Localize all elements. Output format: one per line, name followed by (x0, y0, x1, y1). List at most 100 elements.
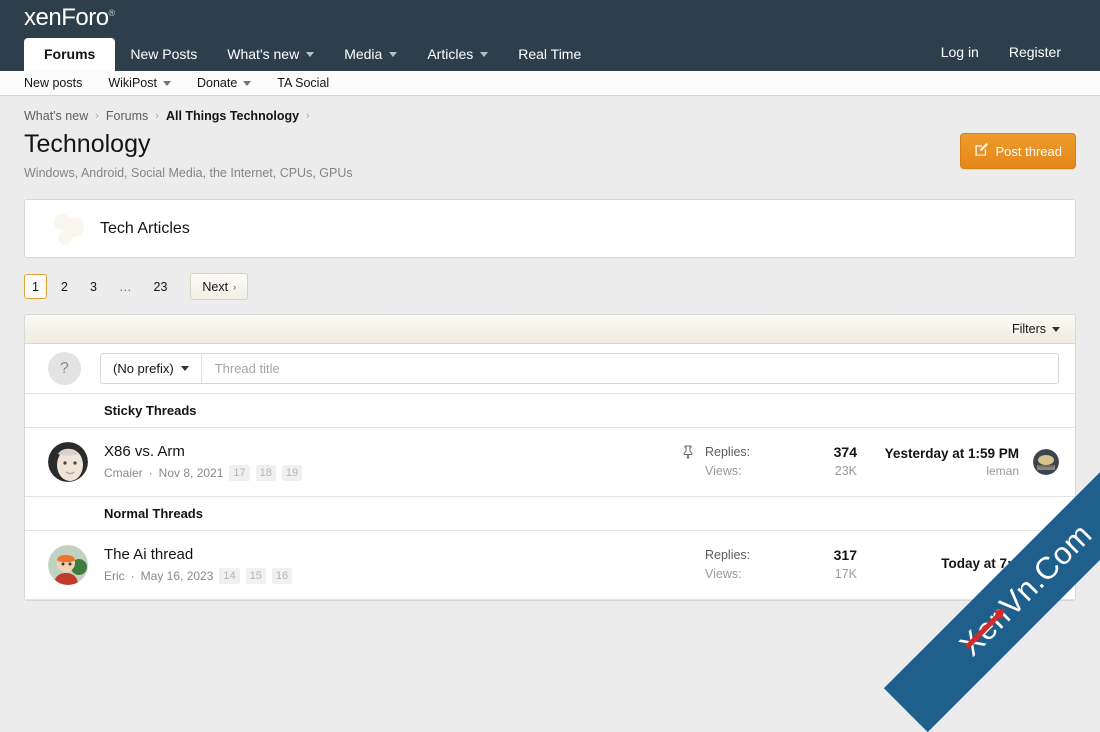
nav-item-label: What's new (227, 46, 300, 62)
section-header-normal-threads: Normal Threads (25, 497, 1075, 532)
site-logo-registered-mark: ® (108, 8, 116, 18)
chevron-down-icon (243, 80, 252, 86)
last-post-avatar[interactable]: D (1033, 552, 1059, 579)
subnav-item-new-posts[interactable]: New posts (24, 77, 95, 90)
nav-item-media[interactable]: Media (329, 38, 412, 71)
last-post-time[interactable]: Today at 7:2 (869, 556, 1019, 571)
chevron-down-icon (306, 51, 315, 57)
guest-avatar-glyph: ? (60, 359, 69, 377)
last-post-avatar[interactable] (1033, 449, 1059, 476)
views-label: Views: (705, 464, 742, 479)
thread-title[interactable]: X86 vs. Arm (104, 443, 682, 462)
views-count: 23K (834, 464, 857, 479)
thread-author[interactable]: Eric (104, 569, 125, 583)
thread-page-chip[interactable]: 19 (281, 465, 303, 482)
page-link-1[interactable]: 1 (24, 274, 47, 300)
thread-stat-labels: Replies: Views: (705, 443, 750, 481)
prefix-select[interactable]: (No prefix) (101, 354, 202, 384)
nav-item-forums[interactable]: Forums (24, 38, 116, 71)
site-logo[interactable]: xenForo® (24, 4, 115, 32)
page-title-group: Technology Windows, Android, Social Medi… (24, 129, 353, 180)
section-header-label: Normal Threads (104, 506, 203, 522)
post-thread-label: Post thread (995, 143, 1063, 159)
table-row[interactable]: X86 vs. Arm Cmaier · Nov 8, 2021 17 18 1… (25, 428, 1075, 498)
nav-item-new-posts[interactable]: New Posts (115, 38, 212, 71)
thread-page-chip[interactable]: 17 (229, 465, 250, 482)
last-post-user[interactable]: leman (869, 464, 1019, 478)
meta-separator: · (130, 569, 135, 584)
page-link-2[interactable]: 2 (53, 274, 76, 299)
chevron-down-icon (162, 80, 171, 86)
edit-pencil-icon (974, 142, 989, 160)
filters-button[interactable]: Filters (1012, 322, 1060, 336)
replies-count: 317 (833, 547, 857, 564)
next-page-label: Next (202, 279, 229, 294)
nav-item-whats-new[interactable]: What's new (212, 38, 329, 71)
thread-stat-values: 374 23K (834, 443, 857, 481)
nav-item-label: New Posts (130, 46, 198, 62)
user-navigation: Log in Register (926, 36, 1100, 71)
breadcrumb-separator-icon: › (95, 110, 99, 122)
thread-list-block: Filters ? (No prefix) Sticky Threads (24, 314, 1076, 602)
breadcrumb-item-forums[interactable]: Forums (106, 109, 148, 123)
page-link-3[interactable]: 3 (82, 274, 105, 299)
thread-page-chip[interactable]: 16 (271, 568, 293, 585)
prefix-select-label: (No prefix) (113, 361, 174, 377)
nav-item-label: Media (344, 46, 383, 62)
login-label: Log in (940, 44, 979, 60)
breadcrumb: What's new › Forums › All Things Technol… (24, 96, 1076, 129)
nav-item-label: Articles (427, 46, 474, 62)
subnav-item-label: WikiPost (108, 75, 157, 90)
thread-title[interactable]: The Ai thread (104, 546, 682, 565)
chevron-down-icon (480, 51, 489, 57)
main-navigation: Forums New Posts What's new Media Articl… (24, 36, 1100, 71)
subnav-item-donate[interactable]: Donate (197, 77, 264, 90)
table-row[interactable]: The Ai thread Eric · May 16, 2023 14 15 … (25, 531, 1075, 601)
thread-page-chip[interactable]: 18 (255, 465, 276, 482)
post-thread-button[interactable]: Post thread (959, 133, 1076, 169)
thread-stat-values: 317 17K (834, 546, 857, 584)
thread-filter-bar: Filters (25, 315, 1075, 345)
nav-item-articles[interactable]: Articles (412, 38, 503, 71)
secondary-navigation: New posts WikiPost Donate TA Social (0, 71, 1100, 96)
avatar[interactable] (48, 442, 88, 483)
views-label: Views: (705, 567, 742, 582)
login-button[interactable]: Log in (926, 36, 994, 71)
forum-node-icon (48, 211, 90, 247)
thread-author[interactable]: Cmaier (104, 466, 143, 480)
nav-item-label: Forums (44, 46, 96, 62)
subnav-item-wikipost[interactable]: WikiPost (108, 77, 184, 90)
subnav-item-label: TA Social (277, 75, 330, 90)
register-button[interactable]: Register (994, 36, 1076, 71)
last-post-time[interactable]: Yesterday at 1:59 PM (869, 446, 1019, 461)
thread-title-input[interactable] (201, 354, 1058, 384)
breadcrumb-item-all-things-technology[interactable]: All Things Technology (166, 109, 299, 123)
subforum-node-tech-articles[interactable]: Tech Articles (24, 199, 1076, 259)
nav-item-label: Real Time (518, 46, 582, 62)
last-post-info: Today at 7:2 (869, 556, 1019, 574)
breadcrumb-separator-icon: › (306, 110, 310, 122)
nav-item-real-time[interactable]: Real Time (503, 38, 596, 71)
subnav-item-ta-social[interactable]: TA Social (277, 77, 342, 90)
quick-thread-create-row: ? (No prefix) (25, 344, 1075, 395)
site-logo-text: xenForo (24, 4, 109, 31)
chevron-down-icon (389, 51, 398, 57)
thread-page-chip[interactable]: 14 (219, 568, 240, 585)
thread-page-chip[interactable]: 15 (245, 568, 266, 585)
meta-separator: · (148, 466, 153, 481)
section-header-sticky-threads: Sticky Threads (25, 394, 1075, 429)
chevron-down-icon (180, 366, 189, 372)
views-count: 17K (834, 567, 857, 582)
thread-meta: Eric · May 16, 2023 14 15 16 (104, 568, 682, 585)
avatar[interactable] (48, 545, 88, 586)
quick-thread-input-group: (No prefix) (100, 353, 1059, 385)
breadcrumb-item-whats-new[interactable]: What's new (24, 109, 88, 123)
page-content: What's new › Forums › All Things Technol… (0, 96, 1100, 602)
arrow-right-icon (965, 612, 1002, 649)
chevron-down-icon (1052, 326, 1060, 332)
page-ellipsis: … (119, 279, 132, 294)
page-link-23[interactable]: 23 (146, 274, 176, 299)
thread-date: Nov 8, 2021 (158, 466, 224, 481)
next-page-button[interactable]: Next › (190, 273, 249, 301)
thread-meta: Cmaier · Nov 8, 2021 17 18 19 (104, 465, 682, 482)
